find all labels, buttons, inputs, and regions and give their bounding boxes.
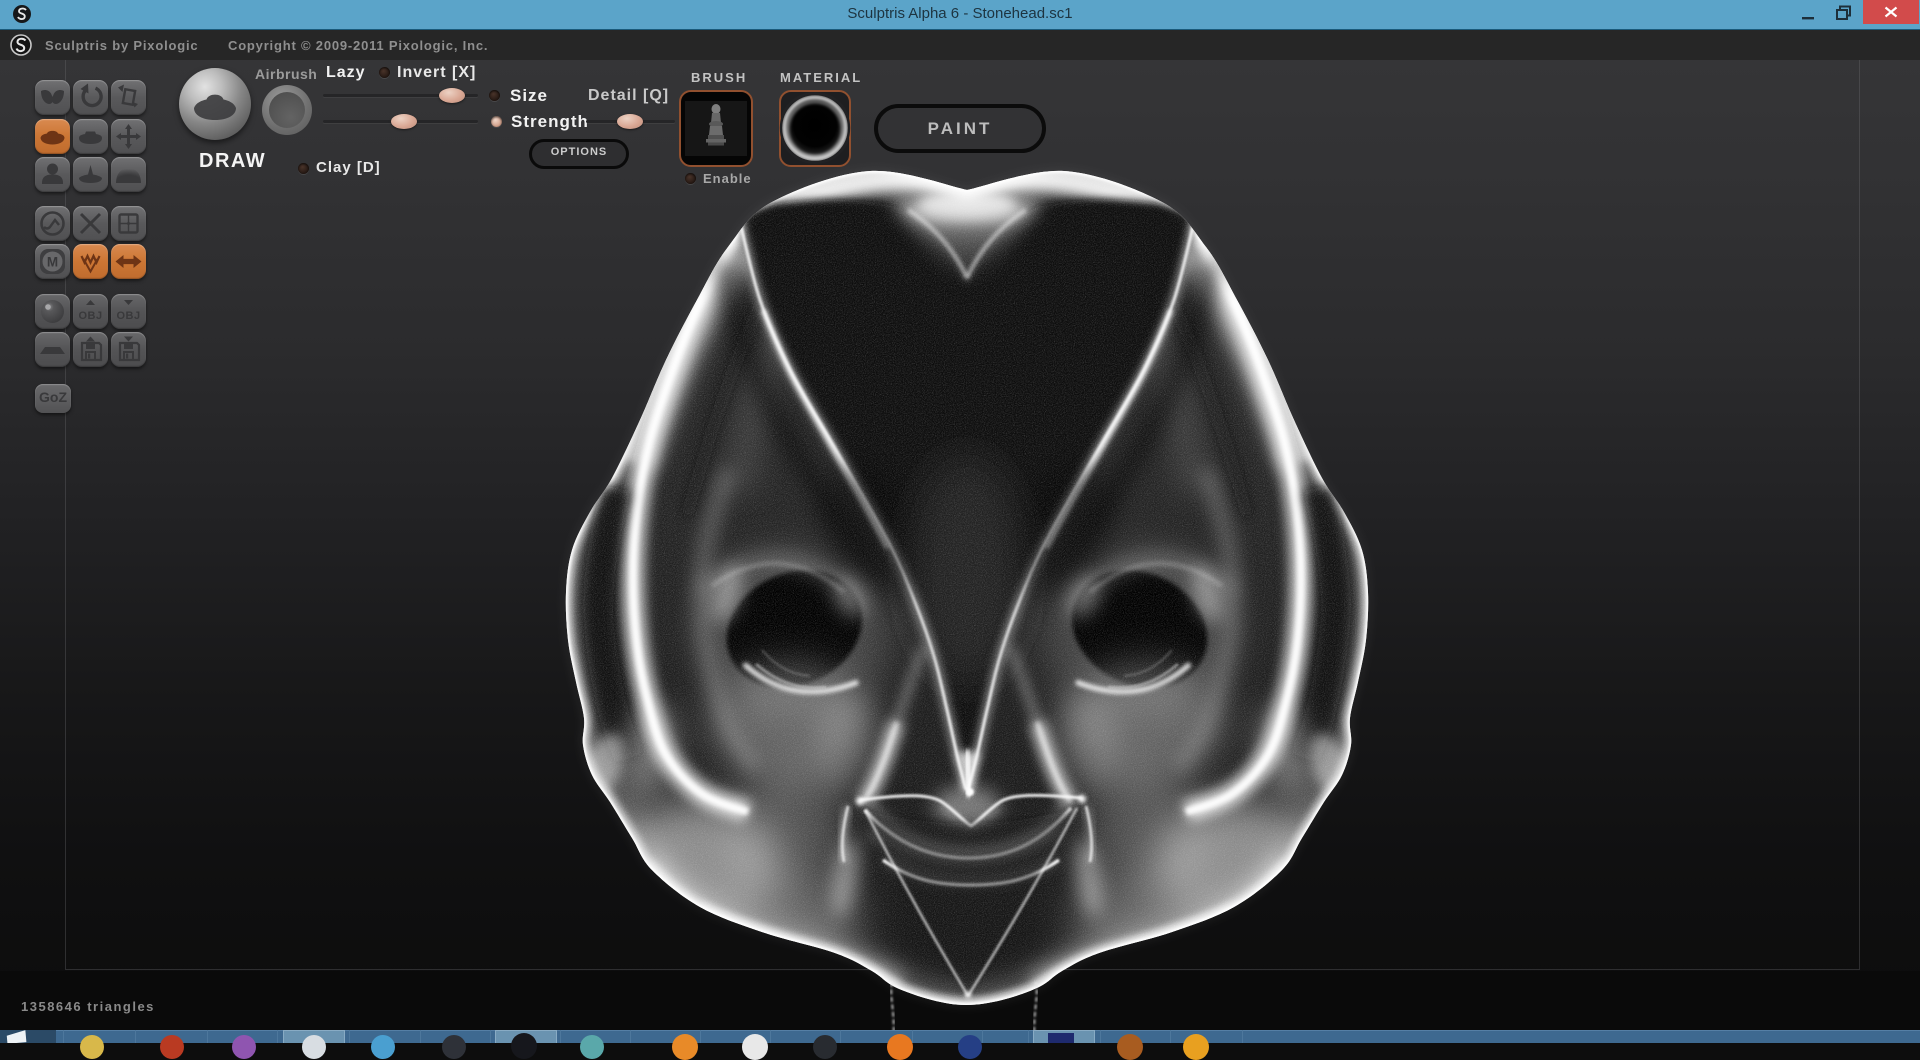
svg-text:OBJ: OBJ	[116, 310, 140, 322]
svg-text:M: M	[47, 255, 58, 270]
svg-text:OBJ: OBJ	[78, 310, 102, 322]
